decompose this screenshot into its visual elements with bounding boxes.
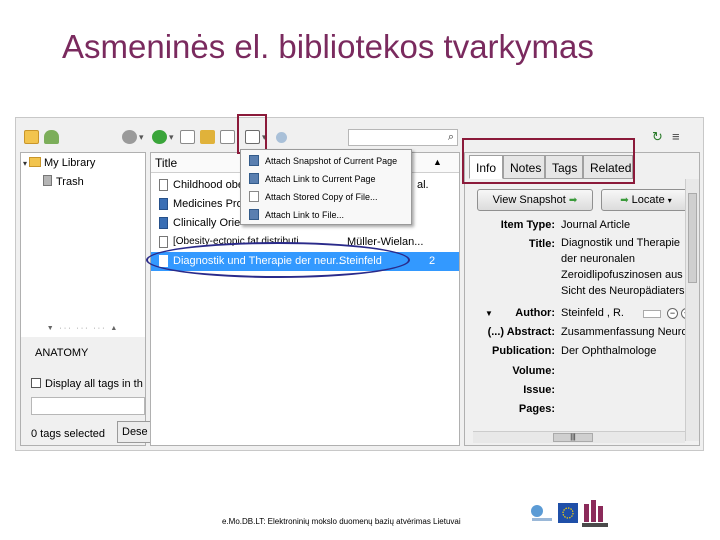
vertical-scrollbar[interactable] [685,179,699,441]
column-title[interactable]: Title [155,156,177,170]
abstract-value[interactable]: Zusammenfassung Neuro... [561,326,697,338]
snapshot-icon [249,155,259,166]
issue-label: Issue: [523,384,555,396]
display-all-tags-checkbox[interactable] [31,378,41,388]
new-item-icon[interactable] [152,130,167,144]
tag-anatomy[interactable]: ANATOMY [35,347,88,359]
eu-flag-icon [558,503,578,523]
arrow-right-icon: ➡ [568,195,578,206]
horizontal-scrollbar[interactable]: ||| [473,431,685,443]
create-bibliography-icon[interactable] [220,130,235,144]
tags-selected-count: 0 tags selected [31,428,105,440]
remove-author-icon[interactable]: − [667,308,678,319]
trash-icon [43,175,52,186]
author-value[interactable]: Steinfeld , R. − + [561,307,695,319]
view-snapshot-label: View Snapshot [492,194,566,206]
sync-icon[interactable]: ↻ [652,129,663,145]
file-icon [249,191,259,202]
menu-item-attach-stored-file[interactable]: Attach Stored Copy of File... [241,188,411,206]
title-line: Sicht des Neuropädiaters [561,285,685,297]
row-title: Medicines Pro [173,198,243,210]
menu-item-label: Attach Stored Copy of File... [265,192,378,202]
row-title: Childhood obe [173,179,244,191]
display-all-tags-label: Display all tags in th [45,378,143,390]
annotation-oval-selected-row [146,242,410,278]
volume-label: Volume: [512,365,555,377]
search-input[interactable]: ⌕ [348,129,458,146]
fullscreen-icon[interactable]: ≡ [672,129,680,144]
title-value[interactable]: Diagnostik und Therapie der neuronalen Z… [561,235,685,299]
new-group-icon[interactable] [44,130,59,144]
display-all-tags-row[interactable]: Display all tags in th [31,378,143,390]
document-icon [159,179,168,191]
row-creator: al. [417,179,429,191]
menu-item-label: Attach Link to Current Page [265,174,376,184]
arrow-right-icon: ➡ [620,195,629,206]
library-icon [29,157,42,167]
add-by-identifier-icon[interactable] [200,130,215,144]
creator-type-switch[interactable] [643,310,661,318]
sort-icon[interactable]: ▲ [433,157,442,167]
annotation-rect-tabs [462,138,635,184]
info-panel: View Snapshot ➡ ➡ Locate ▾ Item Type: Jo… [469,179,697,445]
menu-item-attach-link-file[interactable]: Attach Link to File... [241,206,411,224]
author-label: Author: [515,307,555,319]
annotation-rect-attach [237,114,267,154]
actions-gear-icon[interactable] [122,130,137,144]
slide-title: Asmeninės el. bibliotekos tvarkymas [62,28,594,65]
author-name: Steinfeld , R. [561,307,624,319]
tree-item-my-library[interactable]: ▾ My Library [23,157,95,169]
link-icon [249,173,259,184]
chevron-down-icon[interactable]: ▾ [139,132,144,143]
title-line: Zeroidlipofuszinosen aus [561,269,683,281]
title-label: Title: [528,238,555,250]
trash-label: Trash [56,176,84,188]
advanced-search-icon[interactable] [276,132,287,143]
publication-label: Publication: [492,345,555,357]
title-line: der neuronalen [561,253,636,265]
book-icon [159,198,168,210]
view-snapshot-button[interactable]: View Snapshot ➡ [477,189,593,211]
locate-label: Locate [631,194,665,206]
footer-text: e.Mo.DB.LT: Elektroninių mokslo duomenų … [222,517,461,526]
library-label: My Library [44,157,96,169]
pages-label: Pages: [518,403,555,415]
publication-value[interactable]: Der Ophthalmologe [561,345,656,357]
document-icon [159,236,168,248]
tag-filter-input[interactable] [31,397,145,415]
abstract-label: (...) Abstract: [487,326,555,338]
item-type-label: Item Type: [500,219,555,231]
menu-item-label: Attach Link to File... [265,210,345,220]
collections-pane: ▾ My Library Trash ▼ ··· ··· ··· ▲ ANATOM… [20,152,157,446]
chevron-down-icon: ▾ [667,196,672,205]
scrollbar-thumb[interactable]: ||| [553,433,593,442]
row-attachment-count: 2 [429,255,436,267]
new-collection-icon[interactable] [24,130,39,144]
menu-item-label: Attach Snapshot of Current Page [265,156,398,166]
item-type-value[interactable]: Journal Article [561,219,630,231]
title-line: Diagnostik und Therapie [561,237,681,249]
chevron-down-icon[interactable]: ▾ [169,132,174,143]
row-title: Clinically Orie [173,217,241,229]
locate-button[interactable]: ➡ Locate ▾ [601,189,691,211]
file-link-icon [249,209,259,220]
new-note-icon[interactable] [180,130,195,144]
scrollbar-thumb[interactable] [688,193,697,283]
menu-item-attach-link-page[interactable]: Attach Link to Current Page [241,170,411,188]
attach-menu: Attach Snapshot of Current Page Attach L… [240,149,412,225]
partner-logo-icon [531,505,552,521]
chevron-down-icon[interactable]: ▾ [23,159,27,168]
tree-item-trash[interactable]: Trash [43,175,84,188]
pane-splitter[interactable]: ▼ ··· ··· ··· ▲ [21,325,145,337]
book-icon [159,217,168,229]
menu-item-attach-snapshot[interactable]: Attach Snapshot of Current Page [241,152,411,170]
institution-logo-icon [582,500,608,527]
search-icon: ⌕ [447,131,454,143]
tag-selector: ANATOMY Display all tags in th 0 tags se… [21,337,157,445]
item-pane: Info Notes Tags Related View Snapshot ➡ … [464,152,700,446]
